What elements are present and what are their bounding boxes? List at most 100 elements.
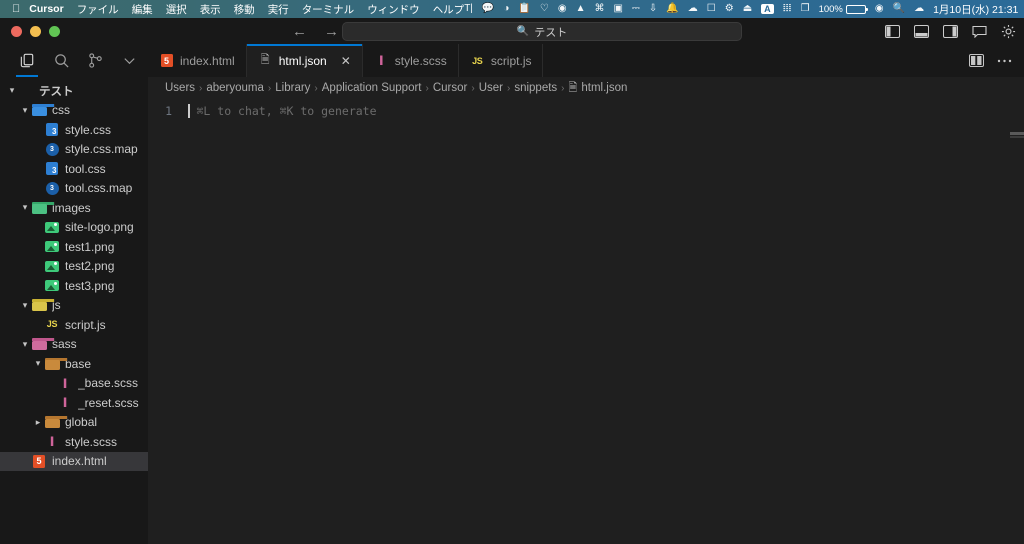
editor-tab[interactable]: 5 index.html bbox=[148, 44, 247, 77]
input-source-indicator[interactable]: A bbox=[761, 4, 774, 14]
tree-item[interactable]: ▾ css bbox=[0, 101, 148, 121]
editor-tab[interactable]: JS script.js bbox=[459, 44, 544, 77]
speech-bubble-icon[interactable]: 💬 bbox=[482, 4, 494, 14]
editor-scrollbar[interactable] bbox=[1010, 132, 1024, 135]
breadcrumb-item[interactable]: Cursor bbox=[433, 82, 468, 94]
breadcrumb-item[interactable]: Library bbox=[275, 82, 310, 94]
tree-item[interactable]: ▾5index.html bbox=[0, 451, 148, 471]
siri-icon[interactable]: ☁ bbox=[914, 4, 924, 14]
titlebar-actions bbox=[884, 23, 1016, 39]
breadcrumb-item[interactable]: User bbox=[479, 82, 503, 94]
eject-icon[interactable]: ⏏ bbox=[743, 4, 752, 14]
text-input-icon[interactable]: T| bbox=[464, 4, 473, 14]
editor-tab[interactable]: 𝝞style.scss bbox=[363, 44, 459, 77]
menubar-item-run[interactable]: 実行 bbox=[268, 2, 289, 17]
back-arrow-icon[interactable]: ← bbox=[292, 23, 307, 40]
tree-item[interactable]: ▾𝝞_base.scss bbox=[0, 374, 148, 394]
clipboard-icon[interactable]: 📋 bbox=[518, 4, 530, 14]
twisty-expanded[interactable]: ▾ bbox=[19, 105, 31, 116]
tree-item[interactable]: ▾ images bbox=[0, 198, 148, 218]
pie-chart-icon[interactable]: ◑ bbox=[503, 4, 509, 14]
breadcrumb-item[interactable]: snippets bbox=[514, 82, 557, 94]
tree-item[interactable]: ▾test3.png bbox=[0, 276, 148, 296]
split-editor-icon[interactable] bbox=[968, 53, 984, 69]
breadcrumb-separator: › bbox=[425, 82, 429, 94]
menubar-item-selection[interactable]: 選択 bbox=[166, 2, 187, 17]
tree-item[interactable]: ▾site-logo.png bbox=[0, 218, 148, 238]
close-icon[interactable]: ✕ bbox=[341, 54, 351, 68]
tree-item[interactable]: ▾test2.png bbox=[0, 257, 148, 277]
control-center-icon[interactable]: ⚙ bbox=[725, 4, 734, 14]
menubar-datetime[interactable]: 1月10日(水) 21:31 bbox=[933, 2, 1018, 17]
tree-item[interactable]: ▾ js bbox=[0, 296, 148, 316]
search-icon[interactable] bbox=[44, 46, 78, 76]
twisty-expanded[interactable]: ▾ bbox=[19, 300, 31, 311]
breadcrumb-item[interactable]: Users bbox=[165, 82, 195, 94]
gear-icon[interactable] bbox=[1000, 23, 1016, 39]
tree-item[interactable]: ▾3style.css.map bbox=[0, 140, 148, 160]
apple-icon[interactable]:  bbox=[12, 3, 20, 15]
maximize-window-button[interactable] bbox=[49, 25, 60, 37]
tree-item[interactable]: ▾ テスト bbox=[0, 81, 148, 101]
menubar-item-cursor[interactable]: Cursor bbox=[29, 3, 63, 15]
spotlight-icon[interactable]: 🔍 bbox=[893, 4, 905, 14]
minimize-window-button[interactable] bbox=[30, 25, 41, 37]
menubar-item-window[interactable]: ウィンドウ bbox=[367, 2, 420, 17]
notification-bell-icon[interactable]: 🔔 bbox=[666, 4, 678, 14]
close-window-button[interactable] bbox=[11, 25, 22, 37]
keyboard-icon[interactable]: ⎓ bbox=[632, 4, 640, 14]
source-control-icon[interactable] bbox=[78, 46, 112, 76]
menubar-item-edit[interactable]: 編集 bbox=[132, 2, 153, 17]
twisty-collapsed[interactable]: ▸ bbox=[32, 417, 44, 428]
chevron-down-icon[interactable] bbox=[112, 46, 146, 76]
quick-open-input[interactable]: 🔍 テスト bbox=[342, 22, 742, 41]
editor-tabbar-actions bbox=[968, 44, 1024, 77]
twisty-expanded[interactable]: ▾ bbox=[19, 202, 31, 213]
twisty-expanded[interactable]: ▾ bbox=[32, 358, 44, 369]
ellipsis-icon[interactable] bbox=[996, 53, 1012, 69]
twisty-expanded[interactable]: ▾ bbox=[19, 339, 31, 350]
dropbox-icon[interactable]: ▲ bbox=[576, 4, 586, 14]
forward-arrow-icon[interactable]: → bbox=[324, 23, 339, 40]
editor-tab[interactable]: 🗎 html.json ✕ bbox=[246, 44, 363, 77]
tree-item[interactable]: ▾𝝞_reset.scss bbox=[0, 393, 148, 413]
tree-item[interactable]: ▾𝝞style.scss bbox=[0, 432, 148, 452]
menubar-item-file[interactable]: ファイル bbox=[77, 2, 119, 17]
menubar-item-view[interactable]: 表示 bbox=[200, 2, 221, 17]
command-icon[interactable]: ⌘ bbox=[594, 4, 604, 14]
app-window:  Cursor ファイル 編集 選択 表示 移動 実行 ターミナル ウィンドウ… bbox=[0, 0, 1024, 544]
tree-item[interactable]: ▾JSscript.js bbox=[0, 315, 148, 335]
screenshot-icon[interactable]: ▣ bbox=[613, 4, 622, 14]
layout-sidebar-left-icon[interactable] bbox=[884, 23, 900, 39]
chat-panel-icon[interactable] bbox=[971, 23, 987, 39]
tree-item[interactable]: ▾ sass bbox=[0, 335, 148, 355]
bluetooth-icon[interactable]: 𝍖 bbox=[783, 4, 792, 14]
vpn-icon[interactable]: ☁ bbox=[688, 4, 698, 14]
explorer-icon[interactable] bbox=[10, 46, 44, 77]
menubar-item-go[interactable]: 移動 bbox=[234, 2, 255, 17]
heart-pulse-icon[interactable]: ♡ bbox=[540, 4, 549, 14]
display-duplicate-icon[interactable]: ❐ bbox=[801, 4, 810, 14]
layout-panel-icon[interactable] bbox=[913, 23, 929, 39]
download-icon[interactable]: ⇩ bbox=[649, 4, 657, 14]
breadcrumb-item[interactable]: Application Support bbox=[322, 82, 422, 94]
tree-item[interactable]: ▾3tool.css.map bbox=[0, 179, 148, 199]
battery-indicator[interactable]: 100% bbox=[819, 4, 868, 15]
macos-menubar:  Cursor ファイル 編集 選択 表示 移動 実行 ターミナル ウィンドウ… bbox=[0, 0, 1024, 18]
screen-mirroring-icon[interactable]: ☐ bbox=[707, 4, 716, 14]
menubar-item-terminal[interactable]: ターミナル bbox=[302, 2, 355, 17]
tree-item[interactable]: ▸ global bbox=[0, 413, 148, 433]
code-editor[interactable]: 1 ⌘L to chat, ⌘K to generate bbox=[148, 99, 1024, 119]
file-type-icon: 3 bbox=[44, 142, 60, 156]
tree-item[interactable]: ▾ base bbox=[0, 354, 148, 374]
tree-item[interactable]: ▾3tool.css bbox=[0, 159, 148, 179]
tree-item[interactable]: ▾test1.png bbox=[0, 237, 148, 257]
wifi-icon[interactable]: ◉ bbox=[875, 4, 884, 14]
colorwheel-icon[interactable]: ◉ bbox=[558, 4, 567, 14]
tree-item[interactable]: ▾3style.css bbox=[0, 120, 148, 140]
breadcrumb-file[interactable]: 🗎 html.json bbox=[569, 79, 628, 98]
breadcrumb-item[interactable]: aberyouma bbox=[206, 82, 264, 94]
layout-sidebar-right-icon[interactable] bbox=[942, 23, 958, 39]
twisty-expanded[interactable]: ▾ bbox=[6, 85, 18, 96]
menubar-item-help[interactable]: ヘルプ bbox=[433, 2, 465, 17]
